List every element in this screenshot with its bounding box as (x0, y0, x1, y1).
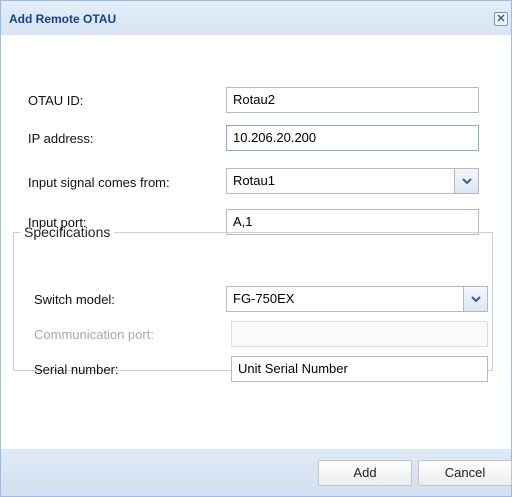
input-signal-dropdown-trigger[interactable] (454, 169, 478, 193)
switch-model-combo[interactable]: FG-750EX (226, 286, 488, 312)
chevron-down-icon (462, 178, 472, 185)
dialog-title: Add Remote OTAU (9, 12, 117, 26)
cancel-button[interactable]: Cancel (418, 460, 512, 486)
close-icon[interactable]: ✕ (494, 12, 508, 26)
dialog-footer: Add Cancel (1, 449, 512, 496)
communication-port-input (231, 321, 488, 347)
switch-model-value: FG-750EX (233, 291, 295, 306)
communication-port-label: Communication port: (34, 327, 154, 342)
input-signal-value: Rotau1 (233, 173, 275, 188)
serial-number-input[interactable]: Unit Serial Number (231, 356, 488, 382)
ip-address-label: IP address: (28, 131, 94, 146)
input-signal-combo[interactable]: Rotau1 (226, 168, 479, 194)
add-button[interactable]: Add (318, 460, 412, 486)
chevron-down-icon (471, 296, 481, 303)
switch-model-dropdown-trigger[interactable] (463, 287, 487, 311)
dialog-titlebar[interactable]: Add Remote OTAU ✕ (1, 1, 511, 35)
serial-number-label: Serial number: (34, 362, 119, 377)
otau-id-input[interactable]: Rotau2 (226, 87, 479, 113)
add-remote-otau-dialog: Add Remote OTAU ✕ OTAU ID: Rotau2 IP add… (0, 0, 512, 497)
input-signal-label: Input signal comes from: (28, 175, 170, 190)
switch-model-label: Switch model: (34, 292, 115, 307)
otau-id-label: OTAU ID: (28, 93, 84, 108)
ip-address-input[interactable]: 10.206.20.200 (226, 125, 479, 151)
specifications-legend: Specifications (24, 224, 111, 240)
